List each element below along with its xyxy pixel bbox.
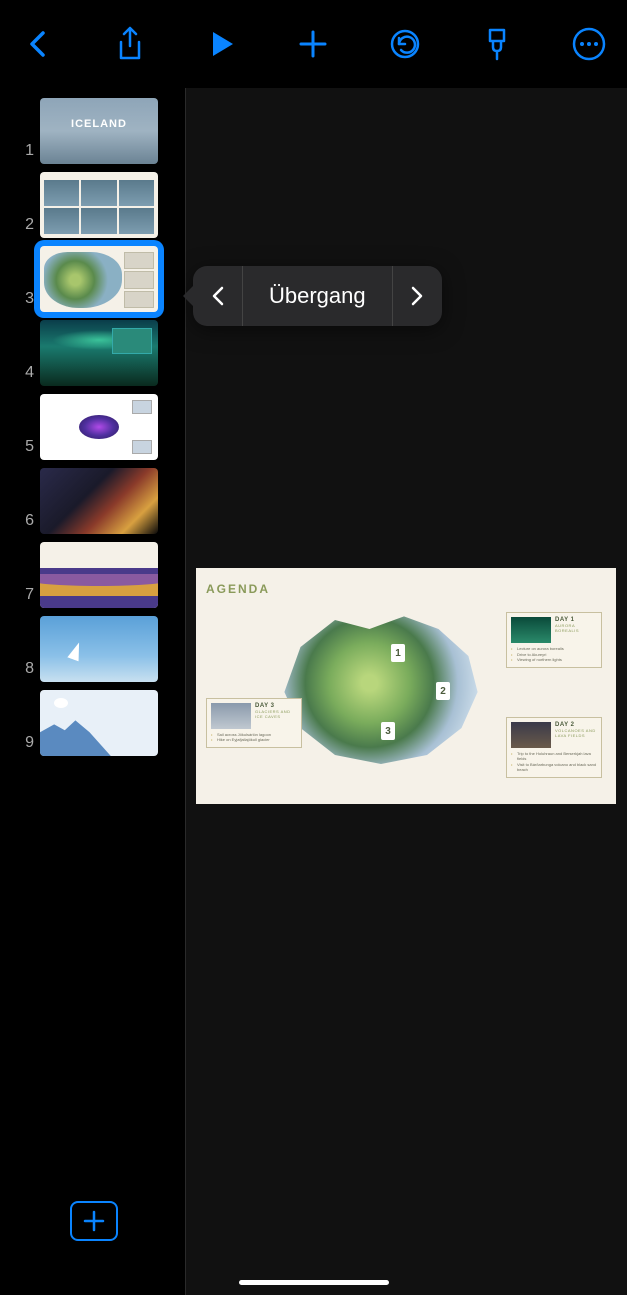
day1-card: DAY 1 AURORA BOREALIS Lecture on aurora … — [506, 612, 602, 668]
slide-number: 4 — [0, 364, 34, 386]
day2-bullets: Trip to the Holuhraun and Berserkjah lav… — [511, 748, 597, 773]
home-indicator[interactable] — [239, 1280, 389, 1285]
slide-preview — [40, 320, 158, 386]
map-graphic — [266, 602, 496, 782]
popover-next-button[interactable] — [392, 266, 442, 326]
slide-thumb-6[interactable]: 6 — [0, 464, 185, 538]
context-popover: Übergang — [193, 266, 442, 326]
paintbrush-icon — [482, 27, 512, 61]
current-slide[interactable]: AGENDA 1 2 3 DAY 1 AURORA BOREALIS Lectu… — [196, 568, 616, 804]
map-pin-2: 2 — [436, 682, 450, 700]
slide-thumb-7[interactable]: 7 — [0, 538, 185, 612]
toolbar — [0, 0, 627, 88]
popover-prev-button[interactable] — [193, 266, 243, 326]
slide-preview — [40, 394, 158, 460]
slide-thumb-3[interactable]: 3 — [0, 242, 185, 316]
undo-icon — [389, 28, 421, 60]
undo-button[interactable] — [385, 24, 425, 64]
map-pin-3: 3 — [381, 722, 395, 740]
day2-image — [511, 722, 551, 748]
plus-icon — [298, 29, 328, 59]
slide-preview — [40, 468, 158, 534]
chevron-left-icon — [28, 29, 48, 59]
slide-preview — [40, 616, 158, 682]
share-button[interactable] — [110, 24, 150, 64]
plus-icon — [83, 1210, 105, 1232]
more-button[interactable] — [569, 24, 609, 64]
ellipsis-circle-icon — [572, 27, 606, 61]
slide-preview — [40, 98, 158, 164]
add-slide-button[interactable] — [70, 1201, 118, 1241]
day3-image — [211, 703, 251, 729]
play-button[interactable] — [202, 24, 242, 64]
slide-number: 1 — [0, 142, 34, 164]
transition-button[interactable]: Übergang — [243, 283, 392, 309]
slide-thumb-8[interactable]: 8 — [0, 612, 185, 686]
slide-preview — [40, 542, 158, 608]
chevron-left-icon — [212, 286, 224, 306]
chevron-right-icon — [411, 286, 423, 306]
back-button[interactable] — [18, 24, 58, 64]
day3-card: DAY 3 GLACIERS AND ICE CAVES Sail across… — [206, 698, 302, 748]
share-icon — [115, 26, 145, 62]
slide-number: 8 — [0, 660, 34, 682]
day1-bullets: Lecture on aurora borealis Drive to Akur… — [511, 643, 597, 663]
slide-thumb-9[interactable]: 9 — [0, 686, 185, 760]
add-button[interactable] — [293, 24, 333, 64]
slide-preview — [40, 690, 158, 756]
map-pin-1: 1 — [391, 644, 405, 662]
day1-image — [511, 617, 551, 643]
slide-number: 7 — [0, 586, 34, 608]
slide-thumb-1[interactable]: 1 — [0, 94, 185, 168]
slide-preview — [40, 172, 158, 238]
day2-card: DAY 2 VOLCANOES AND LAVA FIELDS Trip to … — [506, 717, 602, 778]
slide-preview — [40, 246, 158, 312]
slide-thumb-4[interactable]: 4 — [0, 316, 185, 390]
slide-body: 1 2 3 DAY 1 AURORA BOREALIS Lecture on a… — [206, 602, 606, 794]
slide-navigator[interactable]: 1 2 3 4 5 6 7 8 — [0, 88, 186, 1295]
slide-thumb-5[interactable]: 5 — [0, 390, 185, 464]
slide-number: 6 — [0, 512, 34, 534]
slide-number: 5 — [0, 438, 34, 460]
slide-number: 9 — [0, 734, 34, 756]
slide-thumb-2[interactable]: 2 — [0, 168, 185, 242]
day3-bullets: Sail across Jökulsárlón lagoon Hike on E… — [211, 729, 297, 743]
play-icon — [209, 29, 235, 59]
slide-title: AGENDA — [206, 582, 606, 596]
slide-number: 2 — [0, 216, 34, 238]
format-button[interactable] — [477, 24, 517, 64]
slide-number: 3 — [0, 290, 34, 312]
